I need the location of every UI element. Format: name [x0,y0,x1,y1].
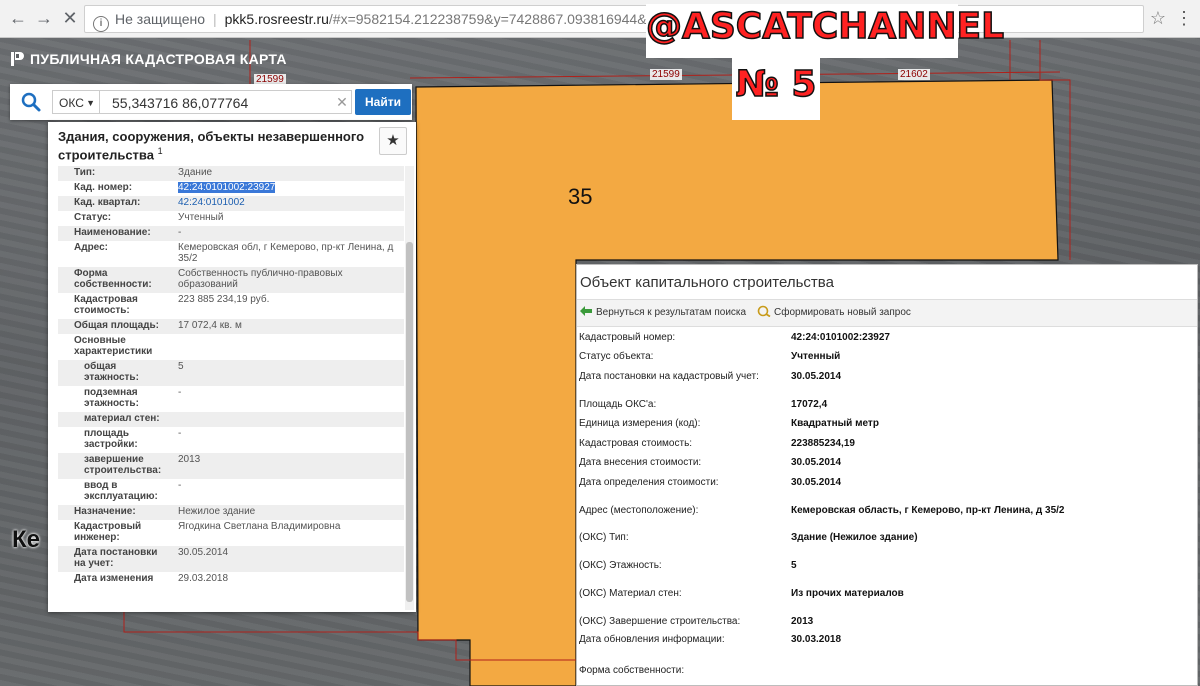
table-row: площадь застройки: - [84,428,182,450]
episode-number-badge: № 5 [732,58,820,120]
channel-watermark: @ASCATCHANNEL [645,4,1005,58]
table-row: Основные характеристики [74,335,153,357]
bookmark-star-icon[interactable]: ☆ [1146,6,1170,30]
new-query-icon [757,305,771,317]
back-arrow-icon [580,306,592,316]
table-row: Форма собственности: Собственность публич… [58,267,404,293]
browser-toolbar: ← → ✕ i Не защищено | pkk5.rosreestr.ru/#x=… [0,0,1200,38]
table-row: Статус: Учтенный [74,212,224,223]
scrollbar-thumb[interactable] [406,242,413,602]
table-row: Кад. номер: 42:24:0101002:23927 [58,181,404,196]
search-bar: ОКС ▼ 55,343716 86,077764 ✕ Найти [10,84,412,120]
cadastral-block-link[interactable]: 42:24:0101002 [168,197,404,208]
table-row: Дата постановки на учет: 30.05.2014 [58,546,404,572]
title-footnote: 1 [157,146,163,156]
channel-watermark-text: @ASCATCHANNEL [645,5,1005,48]
parcel-number-label: 35 [568,184,593,209]
table-row: Дата изменения 29.03.2018 [74,573,229,584]
new-query-link[interactable]: Сформировать новый запрос [757,305,911,320]
table-row: Адрес: Кемеровская обл, г Кемерово, пр-кт… [74,242,394,264]
back-arrow-icon[interactable]: ← [6,6,30,30]
boundary-label: 21602 [898,69,930,80]
table-row: Кад. квартал: 42:24:0101002 [58,196,404,211]
report-toolbar: Вернуться к результатам поиска Сформиров… [577,299,1197,327]
browser-menu-icon[interactable]: ⋮ [1172,6,1196,30]
cadastral-number-value[interactable]: 42:24:0101002:23927 [168,182,404,193]
find-button[interactable]: Найти [355,89,411,115]
close-icon[interactable]: ✕ [58,6,82,30]
oks-report-panel: Объект капитального строительства Вернут… [576,264,1198,686]
chevron-down-icon: ▼ [86,98,95,108]
table-row: завершение строительства: 2013 [58,453,404,479]
security-label: Не защищено [115,11,205,27]
object-type-value: ОКС [59,96,84,110]
street-label: Ке [12,526,40,553]
app-title-text: ПУБЛИЧНАЯ КАДАСТРОВАЯ КАРТА [30,51,287,67]
table-row: материал стен: [58,412,404,427]
url-path: /#x=9582154.212238759&y=7428867.09381694… [328,11,699,27]
table-row: Общая площадь: 17 072,4 кв. м [58,319,404,334]
panel-scrollbar[interactable] [405,166,414,610]
forward-arrow-icon[interactable]: → [32,6,56,30]
table-row: Кадастровая стоимость: 223 885 234,19 руб… [74,294,270,316]
favorite-star-button[interactable]: ★ [379,127,407,155]
panel-title: Здания, сооружения, объекты незавершенно… [58,129,365,163]
back-to-results-link[interactable]: Вернуться к результатам поиска [579,305,746,320]
object-type-select[interactable]: ОКС ▼ [52,90,100,114]
rosreestr-logo-icon [11,52,24,66]
table-row: Кадастровый инженер: Ягодкина Светлана Вл… [74,521,341,543]
url-domain: pkk5.rosreestr.ru [224,11,329,27]
info-icon[interactable]: i [93,16,109,32]
table-row: общая этажность: 5 [58,360,404,386]
search-icon[interactable] [20,91,42,113]
clear-icon[interactable]: ✕ [332,90,352,114]
boundary-label: 21599 [650,69,682,80]
app-title: ПУБЛИЧНАЯ КАДАСТРОВАЯ КАРТА [10,51,287,67]
table-row: подземная этажность: - [84,387,182,409]
table-row: Наименование: - [58,226,404,241]
table-row: Тип: Здание [58,166,404,181]
attribute-table: Тип: Здание Кад. номер: 42:24:0101002:2392… [58,166,404,587]
search-input[interactable]: 55,343716 86,077764 [100,90,352,114]
table-row: Назначение: Нежилое здание [58,505,404,520]
report-title: Объект капитального строительства [580,274,834,291]
table-row: ввод в эксплуатацию: - [84,480,182,502]
episode-number-text: № 5 [735,63,817,106]
object-info-panel: Здания, сооружения, объекты незавершенно… [48,122,416,612]
